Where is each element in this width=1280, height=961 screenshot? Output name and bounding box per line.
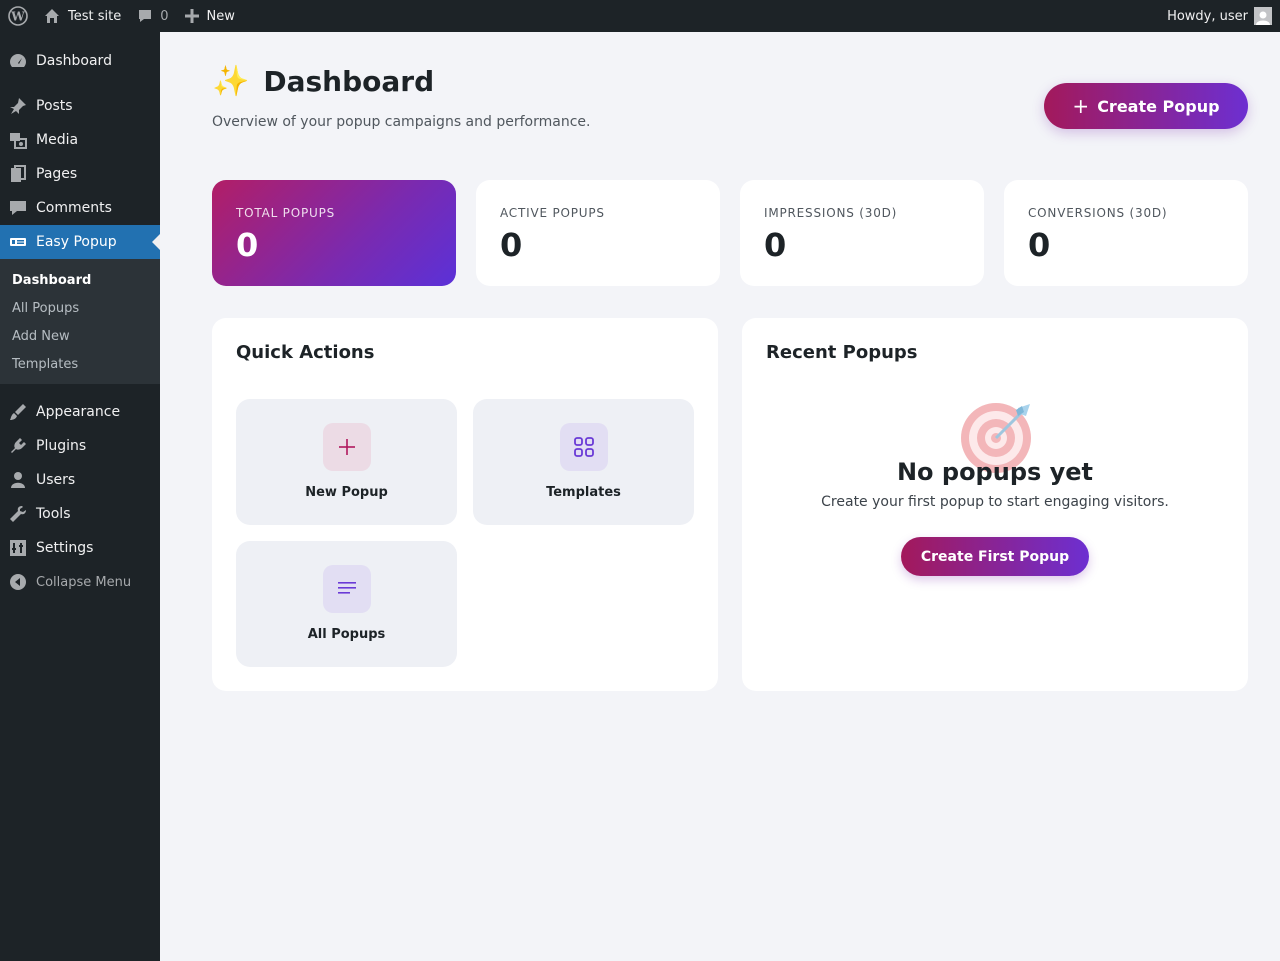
- dashboard-icon: [0, 52, 36, 70]
- quick-action-all-popups[interactable]: All Popups: [236, 541, 457, 667]
- sidebar-item-settings[interactable]: Settings: [0, 531, 160, 565]
- admin-bar: W Test site 0 New Howdy, user: [0, 0, 1280, 32]
- account-menu[interactable]: Howdy, user: [1159, 0, 1280, 32]
- recent-popups-title: Recent Popups: [766, 342, 918, 363]
- stat-label: TOTAL POPUPS: [236, 206, 336, 220]
- sidebar-item-label: Tools: [36, 506, 71, 522]
- home-icon: [44, 8, 60, 24]
- plus-icon: +: [1072, 94, 1090, 118]
- greeting: Howdy, user: [1167, 8, 1248, 24]
- quick-action-new-popup[interactable]: New Popup: [236, 399, 457, 525]
- comment-bubble-icon: [137, 8, 153, 24]
- stat-card-conversions: CONVERSIONS (30D) 0: [1004, 180, 1248, 286]
- sidebar-item-media[interactable]: Media: [0, 123, 160, 157]
- sidebar-item-label: Plugins: [36, 438, 87, 454]
- submenu-item-all-popups[interactable]: All Popups: [0, 294, 160, 322]
- stat-value: 0: [764, 226, 787, 264]
- admin-sidebar: Dashboard Posts Media Pages Comments Eas…: [0, 32, 160, 961]
- site-name-link[interactable]: Test site: [36, 0, 129, 32]
- pin-icon: [0, 97, 36, 115]
- submenu-item-add-new[interactable]: Add New: [0, 322, 160, 350]
- users-icon: [0, 471, 36, 489]
- stat-value: 0: [500, 226, 523, 264]
- page-subtitle: Overview of your popup campaigns and per…: [212, 114, 591, 130]
- sidebar-item-posts[interactable]: Posts: [0, 89, 160, 123]
- sidebar-item-label: Users: [36, 472, 76, 488]
- sidebar-item-easy-popup[interactable]: Easy Popup: [0, 225, 160, 259]
- empty-state-text: Create your first popup to start engagin…: [821, 494, 1169, 510]
- quick-action-label: New Popup: [305, 485, 388, 500]
- sidebar-item-label: Easy Popup: [36, 234, 117, 250]
- pages-icon: [0, 165, 36, 183]
- new-label: New: [206, 8, 235, 24]
- create-first-popup-button[interactable]: Create First Popup: [901, 537, 1089, 576]
- stat-card-impressions: IMPRESSIONS (30D) 0: [740, 180, 984, 286]
- collapse-arrow-icon: [0, 574, 36, 590]
- create-popup-button[interactable]: + Create Popup: [1044, 83, 1248, 129]
- quick-action-label: Templates: [546, 485, 621, 500]
- svg-text:W: W: [10, 10, 25, 24]
- empty-state-title: No popups yet: [896, 458, 1094, 486]
- settings-icon: [0, 539, 36, 557]
- collapse-menu-label: Collapse Menu: [36, 574, 132, 590]
- sidebar-item-pages[interactable]: Pages: [0, 157, 160, 191]
- plugin-icon: [0, 437, 36, 455]
- media-icon: [0, 131, 36, 149]
- sidebar-item-label: Media: [36, 132, 79, 148]
- sidebar-item-label: Appearance: [36, 404, 121, 420]
- collapse-menu-button[interactable]: Collapse Menu: [0, 565, 160, 599]
- quick-actions-panel: Quick Actions New Popup Templates All Po…: [212, 318, 718, 691]
- sidebar-item-label: Settings: [36, 540, 94, 556]
- stat-label: CONVERSIONS (30D): [1028, 206, 1168, 220]
- page-title-text: Dashboard: [263, 65, 435, 98]
- sidebar-item-label: Comments: [36, 200, 112, 216]
- submenu-item-templates[interactable]: Templates: [0, 350, 160, 378]
- sidebar-item-label: Posts: [36, 98, 73, 114]
- sidebar-item-label: Pages: [36, 166, 78, 182]
- sidebar-item-dashboard[interactable]: Dashboard: [0, 44, 160, 78]
- stat-card-active-popups: ACTIVE POPUPS 0: [476, 180, 720, 286]
- wordpress-logo-icon[interactable]: W: [0, 0, 36, 32]
- recent-popups-panel: Recent Popups No popups yet Create your …: [742, 318, 1248, 691]
- site-name: Test site: [68, 8, 122, 24]
- comments-count: 0: [160, 8, 169, 24]
- comments-icon: [0, 199, 36, 217]
- stat-value: 0: [236, 226, 259, 264]
- stat-value: 0: [1028, 226, 1051, 264]
- avatar: [1254, 7, 1272, 25]
- plus-icon: [322, 423, 371, 471]
- page-title: ✨ Dashboard: [212, 64, 434, 99]
- sparkles-icon: ✨: [212, 64, 250, 99]
- stat-label: ACTIVE POPUPS: [500, 206, 605, 220]
- easy-popup-submenu: Dashboard All Popups Add New Templates: [0, 259, 160, 384]
- comments-link[interactable]: 0: [129, 0, 176, 32]
- sidebar-item-tools[interactable]: Tools: [0, 497, 160, 531]
- sidebar-item-label: Dashboard: [36, 53, 112, 69]
- sidebar-item-appearance[interactable]: Appearance: [0, 395, 160, 429]
- wrench-icon: [0, 505, 36, 523]
- sidebar-item-plugins[interactable]: Plugins: [0, 429, 160, 463]
- plus-icon: [184, 9, 199, 23]
- brush-icon: [0, 403, 36, 421]
- create-popup-label: Create Popup: [1097, 96, 1220, 116]
- main-content: ✨ Dashboard Overview of your popup campa…: [180, 32, 1280, 961]
- stat-card-total-popups: TOTAL POPUPS 0: [212, 180, 456, 286]
- popup-icon: [0, 233, 36, 251]
- quick-actions-title: Quick Actions: [236, 342, 375, 363]
- quick-action-templates[interactable]: Templates: [473, 399, 694, 525]
- sidebar-item-comments[interactable]: Comments: [0, 191, 160, 225]
- sidebar-item-users[interactable]: Users: [0, 463, 160, 497]
- quick-action-label: All Popups: [307, 627, 386, 642]
- grid-icon: [559, 423, 608, 471]
- stat-label: IMPRESSIONS (30D): [764, 206, 898, 220]
- new-content-link[interactable]: New: [177, 0, 243, 32]
- list-icon: [322, 565, 371, 613]
- submenu-item-dashboard[interactable]: Dashboard: [0, 266, 160, 294]
